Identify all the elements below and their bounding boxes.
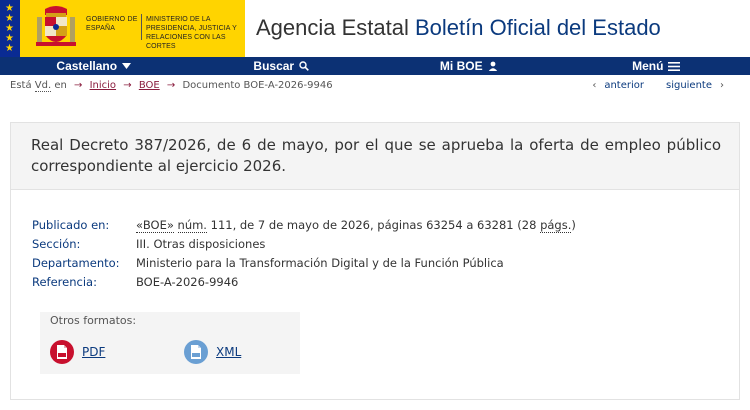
published-row: Publicado en: «BOE» núm. 111, de 7 de ma… xyxy=(32,216,576,235)
document-metadata: Publicado en: «BOE» núm. 111, de 7 de ma… xyxy=(32,216,576,292)
document-details: Publicado en: «BOE» núm. 111, de 7 de ma… xyxy=(10,190,740,400)
reference-row: Referencia: BOE-A-2026-9946 xyxy=(32,273,576,292)
section-row: Sección: III. Otras disposiciones xyxy=(32,235,576,254)
boe-abbreviation: «BOE» xyxy=(136,218,174,233)
government-name: GOBIERNO DE ESPAÑA xyxy=(86,16,138,32)
section-label: Sección: xyxy=(32,237,81,251)
breadcrumb-separator: → xyxy=(123,80,132,91)
pags-abbreviation: págs. xyxy=(540,218,572,233)
breadcrumb-boe-link[interactable]: BOE xyxy=(139,80,160,91)
breadcrumb-separator: → xyxy=(74,80,83,91)
site-header: ★ ★ ★ ★ ★ GOBIERNO DE ESPAÑA MINISTERIO … xyxy=(0,0,750,57)
hamburger-icon xyxy=(668,61,681,71)
ministry-name: MINISTERIO DE LA PRESIDENCIA, JUSTICIA Y… xyxy=(146,16,237,50)
government-logo[interactable]: GOBIERNO DE ESPAÑA MINISTERIO DE LA PRES… xyxy=(20,0,245,57)
site-title-agency: Agencia Estatal xyxy=(256,15,415,40)
section-value: III. Otras disposiciones xyxy=(136,237,266,251)
next-link[interactable]: siguiente xyxy=(666,80,712,91)
document-title: Real Decreto 387/2026, de 6 de mayo, por… xyxy=(31,136,721,175)
previous-link[interactable]: anterior xyxy=(604,80,644,91)
published-value: «BOE» núm. 111, de 7 de mayo de 2026, pá… xyxy=(136,218,576,233)
breadcrumb-inicio-link[interactable]: Inicio xyxy=(90,80,116,91)
chevron-right-icon: › xyxy=(720,80,724,91)
num-abbreviation: núm. xyxy=(177,218,207,233)
breadcrumb-current: Documento BOE-A-2026-9946 xyxy=(182,80,333,91)
menu-button[interactable]: Menú xyxy=(563,57,750,75)
search-label: Buscar xyxy=(253,59,295,73)
document-title-box: Real Decreto 387/2026, de 6 de mayo, por… xyxy=(10,122,740,190)
chevron-left-icon: ‹ xyxy=(592,80,597,91)
my-boe-button[interactable]: Mi BOE xyxy=(375,57,563,75)
xml-download[interactable]: XML xyxy=(184,340,241,364)
menu-label: Menú xyxy=(632,59,664,73)
pdf-download[interactable]: PDF xyxy=(50,340,105,364)
star-icon: ★ xyxy=(5,43,14,54)
reference-label: Referencia: xyxy=(32,275,97,289)
pdf-link[interactable]: PDF xyxy=(82,345,105,359)
xml-link[interactable]: XML xyxy=(216,345,241,359)
breadcrumb: Está Vd. en → Inicio → BOE → Documento B… xyxy=(10,80,333,92)
department-row: Departamento: Ministerio para la Transfo… xyxy=(32,254,576,273)
published-label: Publicado en: xyxy=(32,218,110,232)
breadcrumb-prefix: Está Vd. en xyxy=(10,80,67,92)
reference-value: BOE-A-2026-9946 xyxy=(136,275,239,289)
department-label: Departamento: xyxy=(32,256,120,270)
my-boe-label: Mi BOE xyxy=(439,59,483,73)
breadcrumb-separator: → xyxy=(166,80,176,91)
other-formats-box: Otros formatos: PDF XML xyxy=(40,312,300,374)
other-formats-title: Otros formatos: xyxy=(50,314,137,327)
coat-of-arms-icon xyxy=(36,6,76,46)
site-title[interactable]: Agencia Estatal Boletín Oficial del Esta… xyxy=(256,15,661,41)
main-nav: Castellano Buscar Mi BOE Menú xyxy=(0,57,750,75)
department-value: Ministerio para la Transformación Digita… xyxy=(136,256,504,270)
vd-abbreviation: Vd. xyxy=(34,80,52,92)
eu-flag-bar: ★ ★ ★ ★ ★ xyxy=(0,0,20,57)
user-icon xyxy=(488,61,497,71)
search-icon xyxy=(299,61,309,71)
caret-down-icon xyxy=(122,63,132,69)
pdf-file-icon xyxy=(50,340,74,364)
language-label: Castellano xyxy=(56,59,118,73)
language-selector[interactable]: Castellano xyxy=(0,57,188,75)
xml-file-icon xyxy=(184,340,208,364)
document-pager: ‹ anterior siguiente › xyxy=(592,80,724,91)
search-button[interactable]: Buscar xyxy=(188,57,376,75)
logo-divider xyxy=(141,14,142,40)
site-title-boe: Boletín Oficial del Estado xyxy=(414,15,661,40)
